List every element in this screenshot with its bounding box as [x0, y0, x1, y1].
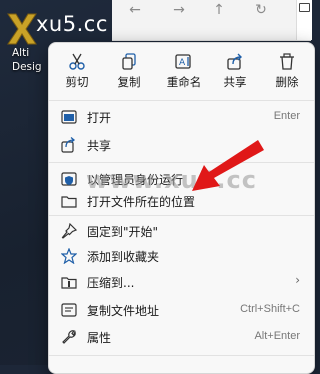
red-annotation-arrow-icon [192, 140, 264, 191]
